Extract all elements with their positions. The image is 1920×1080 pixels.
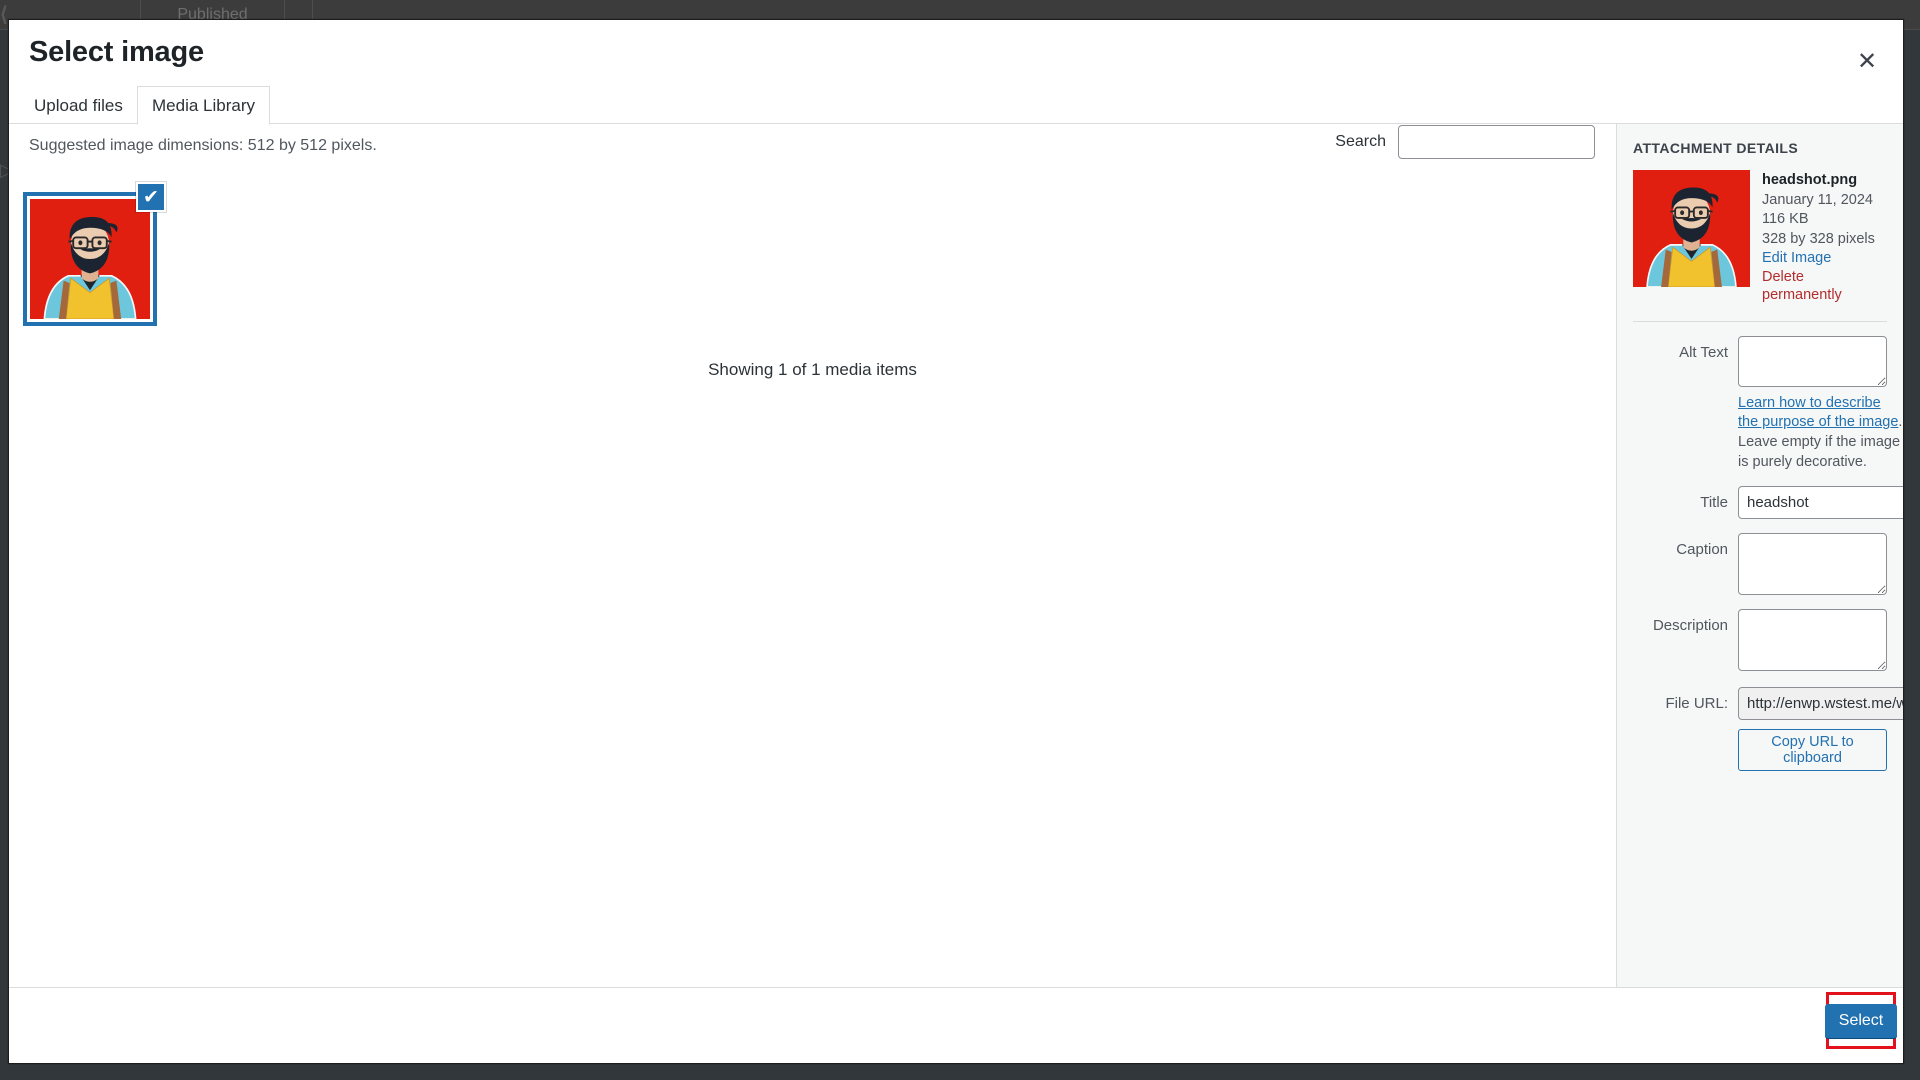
media-count-text: Showing 1 of 1 media items: [708, 360, 917, 379]
description-row: Description: [1633, 609, 1887, 672]
modal-header: Select image ✕: [9, 20, 1903, 82]
file-url-field[interactable]: [1738, 687, 1903, 721]
alt-text-field[interactable]: [1738, 335, 1887, 387]
title-row: Title: [1633, 486, 1903, 520]
details-divider: [1633, 320, 1887, 322]
check-icon: ✔: [136, 182, 166, 212]
select-button[interactable]: Select: [1824, 1003, 1898, 1038]
close-icon[interactable]: ✕: [1842, 36, 1892, 86]
attachment-filesize: 116 KB: [1762, 211, 1809, 228]
copy-url-button[interactable]: Copy URL to clipboard: [1738, 729, 1887, 772]
attachment-dimensions: 328 by 328 pixels: [1762, 230, 1875, 247]
admin-bar-left-glyph: ⟨: [0, 4, 8, 26]
attachment-summary: headshot.png January 11, 2024 116 KB 328…: [1633, 170, 1887, 305]
description-label: Description: [1652, 617, 1728, 635]
tab-upload-files[interactable]: Upload files: [19, 86, 138, 125]
alt-text-help-link[interactable]: Learn how to describe the purpose of the…: [1738, 395, 1898, 431]
alt-text-label: Alt Text: [1679, 343, 1728, 361]
caption-field[interactable]: [1738, 533, 1887, 596]
edit-image-link[interactable]: Edit Image: [1762, 249, 1887, 268]
attachment-preview-image: [1633, 170, 1750, 287]
caption-label: Caption: [1676, 541, 1728, 559]
file-url-row: File URL:: [1633, 687, 1903, 721]
title-field[interactable]: [1738, 486, 1903, 520]
description-field[interactable]: [1738, 609, 1887, 672]
attachment-image: [30, 199, 150, 319]
file-url-label: File URL:: [1665, 695, 1728, 713]
attachment-date: January 11, 2024: [1762, 191, 1873, 208]
page-title: Select image: [29, 36, 204, 68]
attachment-metadata: headshot.png January 11, 2024 116 KB 328…: [1762, 170, 1887, 305]
title-label: Title: [1700, 494, 1728, 512]
headshot-artwork-preview: [1633, 170, 1750, 287]
alt-text-row: Alt Text: [1633, 335, 1887, 387]
attachment-filename: headshot.png: [1762, 172, 1858, 188]
tab-media-library[interactable]: Media Library: [137, 86, 270, 125]
media-modal: Select image ✕ Upload files Media Librar…: [8, 19, 1904, 1064]
modal-tabs: Upload files Media Library: [9, 82, 1903, 125]
attachment-details-heading: ATTACHMENT DETAILS: [1633, 140, 1799, 156]
caption-row: Caption: [1633, 533, 1887, 596]
select-button-highlight: Select: [1824, 992, 1898, 1049]
modal-content: Suggested image dimensions: 512 by 512 p…: [9, 124, 1903, 987]
attachment-thumbnail-selected[interactable]: ✔: [23, 182, 166, 326]
modal-footer: Select: [9, 987, 1903, 1063]
attachment-selection-frame: [23, 192, 157, 326]
delete-permanently-link[interactable]: Delete permanently: [1762, 268, 1887, 305]
alt-text-help: Learn how to describe the purpose of the…: [1738, 394, 1903, 472]
headshot-artwork: [30, 199, 150, 319]
attachments-grid: ✔ Showing 1 of 1 media items: [9, 124, 1616, 987]
attachment-details-panel: ATTACHMENT DETAILS headshot.png January …: [1616, 124, 1903, 987]
